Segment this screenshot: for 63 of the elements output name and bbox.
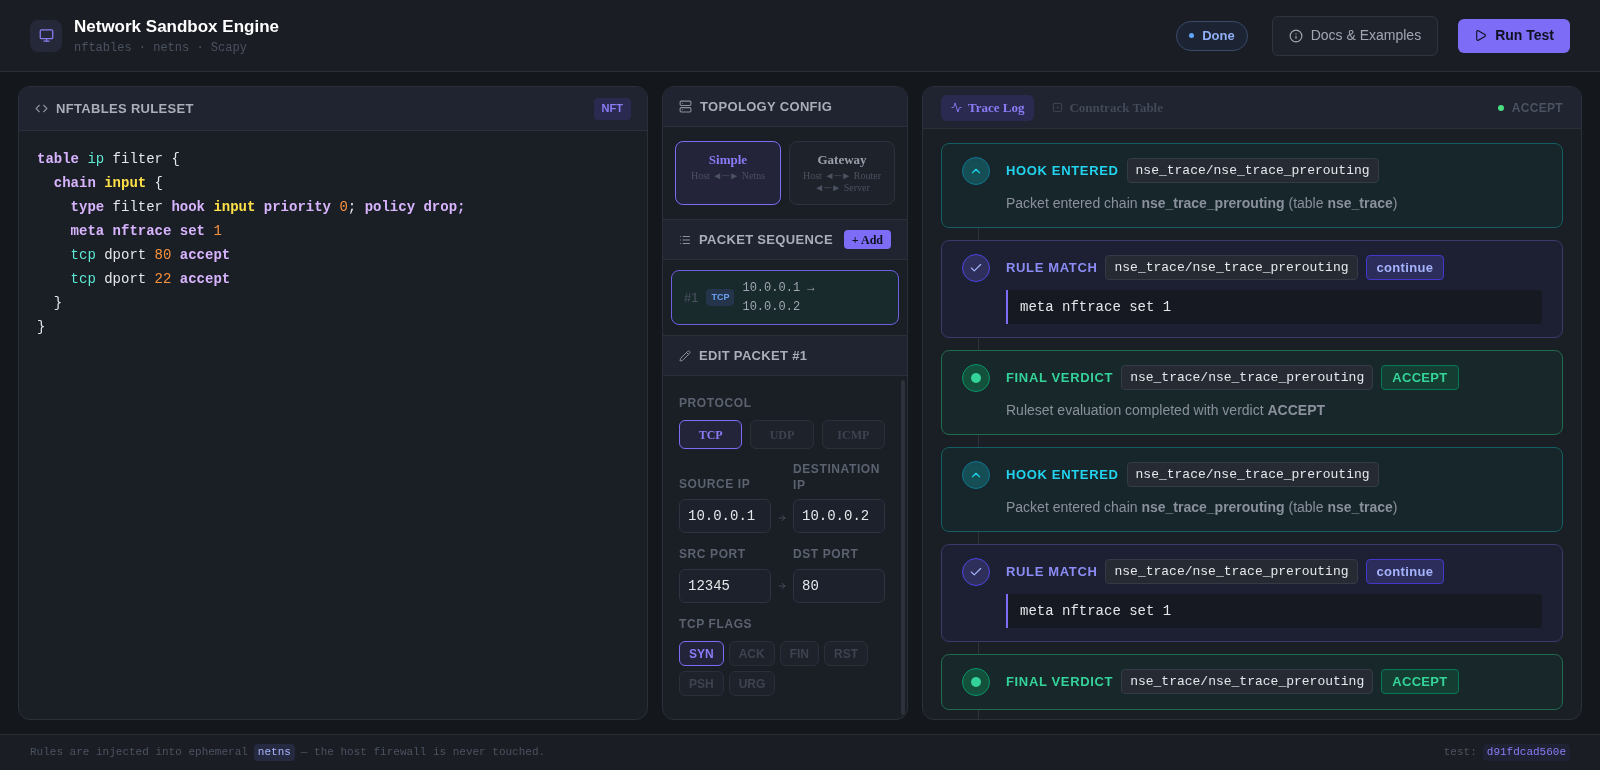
language-badge: NFT [593, 97, 631, 120]
event-label: HOOK ENTERED [1006, 161, 1119, 180]
code-icon [35, 102, 48, 115]
rule-code: meta nftrace set 1 [1006, 594, 1542, 628]
field-label: SRC PORT [679, 546, 747, 563]
event-label: HOOK ENTERED [1006, 465, 1119, 484]
status-pill: Done [1176, 20, 1248, 51]
field-label: PROTOCOL [679, 395, 753, 412]
field-label: SOURCE IP [679, 476, 752, 493]
protocol-toggle[interactable]: TCP [679, 420, 743, 449]
event-label: FINAL VERDICT [1006, 368, 1114, 387]
flag-toggle[interactable]: SYN [679, 641, 724, 666]
check-icon [969, 565, 983, 579]
source-ip-field[interactable]: 10.0.0.1 [679, 499, 771, 533]
chain-chip: nse_trace/nse_trace_prerouting [1105, 255, 1358, 280]
docs-button[interactable]: Docs & Examples [1271, 15, 1439, 56]
verdict-badge: continue [1365, 255, 1445, 280]
field-label: DST PORT [793, 546, 860, 563]
app-title: Network Sandbox Engine [74, 15, 279, 38]
server-icon [679, 100, 692, 113]
field-label: TCP FLAGS [679, 616, 754, 633]
panel-title: TOPOLOGY CONFIG [700, 97, 833, 116]
destination-ip-field[interactable]: 10.0.0.2 [793, 499, 885, 533]
panel-tab[interactable]: Trace Log [941, 94, 1035, 121]
event-label: RULE MATCH [1006, 258, 1098, 277]
chain-chip: nse_trace/nse_trace_prerouting [1126, 462, 1379, 487]
run-test-button[interactable]: Run Test [1458, 18, 1570, 53]
verdict-badge: ACCEPT [1381, 365, 1459, 390]
verdict-badge: ACCEPT [1381, 669, 1459, 694]
chain-chip: nse_trace/nse_trace_prerouting [1121, 669, 1374, 694]
monitor-icon [38, 28, 54, 43]
add-button[interactable]: + Add [843, 230, 891, 249]
app-subtitle: nftables · netns · Scapy [74, 40, 248, 58]
event-label: RULE MATCH [1006, 562, 1098, 581]
destination-port-field[interactable]: 80 [793, 569, 885, 603]
activity-icon [951, 102, 962, 113]
test-label: test: [1443, 745, 1477, 761]
test-id: d91fdcad560e [1482, 744, 1570, 761]
info-icon [1288, 28, 1303, 43]
event-label: FINAL VERDICT [1006, 672, 1114, 691]
panel-title: NFTABLES RULESET [56, 99, 194, 118]
arrow-right-icon [777, 581, 787, 591]
list-icon [679, 233, 691, 246]
footer-text: — the host firewall is never touched. [300, 745, 546, 761]
check-icon [969, 261, 983, 275]
chain-chip: nse_trace/nse_trace_prerouting [1105, 559, 1358, 584]
rule-code: meta nftrace set 1 [1006, 290, 1542, 324]
event-description: Packet entered chain nse_trace_prerouting (table nse_trace) [1006, 498, 1399, 517]
section-title: PACKET SEQUENCE [699, 230, 833, 249]
code-chip: netns [253, 744, 295, 761]
pencil-icon [679, 349, 691, 362]
event-description: Packet entered chain nse_trace_prerouting (table nse_trace) [1006, 194, 1399, 213]
source-port-field[interactable]: 12345 [679, 569, 771, 603]
chain-chip: nse_trace/nse_trace_prerouting [1121, 365, 1374, 390]
play-icon [1474, 29, 1488, 42]
chain-chip: nse_trace/nse_trace_prerouting [1126, 158, 1379, 183]
verdict-badge: continue [1365, 559, 1445, 584]
footer-text: Rules are injected into ephemeral [30, 745, 248, 761]
section-title: EDIT PACKET #1 [699, 346, 808, 365]
arrow-right-icon [777, 513, 787, 523]
code-editor[interactable]: table ip filter { chain input { type filter hook input priority 0; policy drop; meta nftrace set 1 tcp dport 80 accept tcp dport 22 accept } } [19, 131, 647, 355]
field-label: DESTINATION IP [793, 461, 882, 493]
event-description: Ruleset evaluation completed with verdict ACCEPT [1006, 401, 1327, 420]
